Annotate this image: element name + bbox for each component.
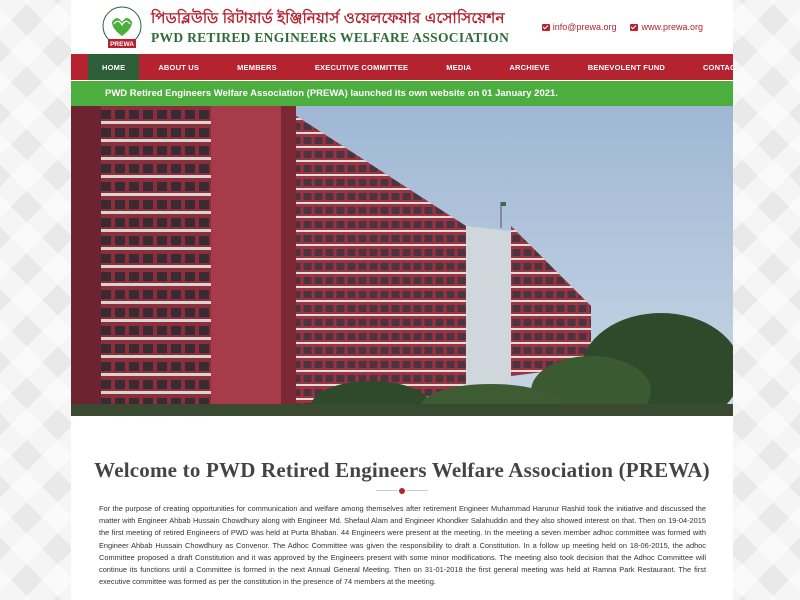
welcome-heading: Welcome to PWD Retired Engineers Welfare… [94,458,710,482]
announcement-ticker[interactable]: PWD Retired Engineers Welfare Associatio… [71,81,733,106]
divider-dot [399,488,405,494]
nav-members[interactable]: MEMBERS [218,54,296,80]
nav-home[interactable]: HOME [88,54,140,80]
nav-archieve[interactable]: ARCHIEVE [490,54,568,80]
nav-media[interactable]: MEDIA [427,54,490,80]
site-title-bangla: পিডব্লিউডি রিটায়ার্ড ইঞ্জিনিয়ার্স ওয়ে… [151,10,505,27]
nav-benevolent-fund[interactable]: BENEVOLENT FUND [569,54,684,80]
logo-text: PREWA [110,41,134,48]
main-nav: HOME ABOUT US MEMBERS EXECUTIVE COMMITTE… [71,54,733,80]
hero-image [71,106,733,416]
website-link[interactable]: www.prewa.org [630,22,703,32]
email-link[interactable]: info@prewa.org [541,22,617,32]
nav-contact-us[interactable]: CONTACT US [684,54,733,80]
page-container: PREWA পিডব্লিউডি রিটায়ার্ড ইঞ্জিনিয়ার্… [71,0,733,600]
prewa-logo[interactable]: PREWA [100,6,144,50]
header-contacts: info@prewa.org www.prewa.org [541,22,703,32]
heading-divider [376,488,428,494]
envelope-icon [630,23,639,31]
divider-line-right [406,490,428,491]
envelope-icon [541,23,550,31]
nav-executive-committee[interactable]: EXECUTIVE COMMITTEE [296,54,427,80]
divider-line-left [376,490,398,491]
building-photo [71,106,733,416]
site-title-english: PWD RETIRED ENGINEERS WELFARE ASSOCIATIO… [151,30,510,45]
nav-about-us[interactable]: ABOUT US [139,54,218,80]
intro-paragraph: For the purpose of creating opportunitie… [99,504,706,587]
email-text: info@prewa.org [552,22,617,32]
website-text: www.prewa.org [641,22,703,32]
site-header: PREWA পিডব্লিউডি রিটায়ার্ড ইঞ্জিনিয়ার্… [71,0,733,54]
